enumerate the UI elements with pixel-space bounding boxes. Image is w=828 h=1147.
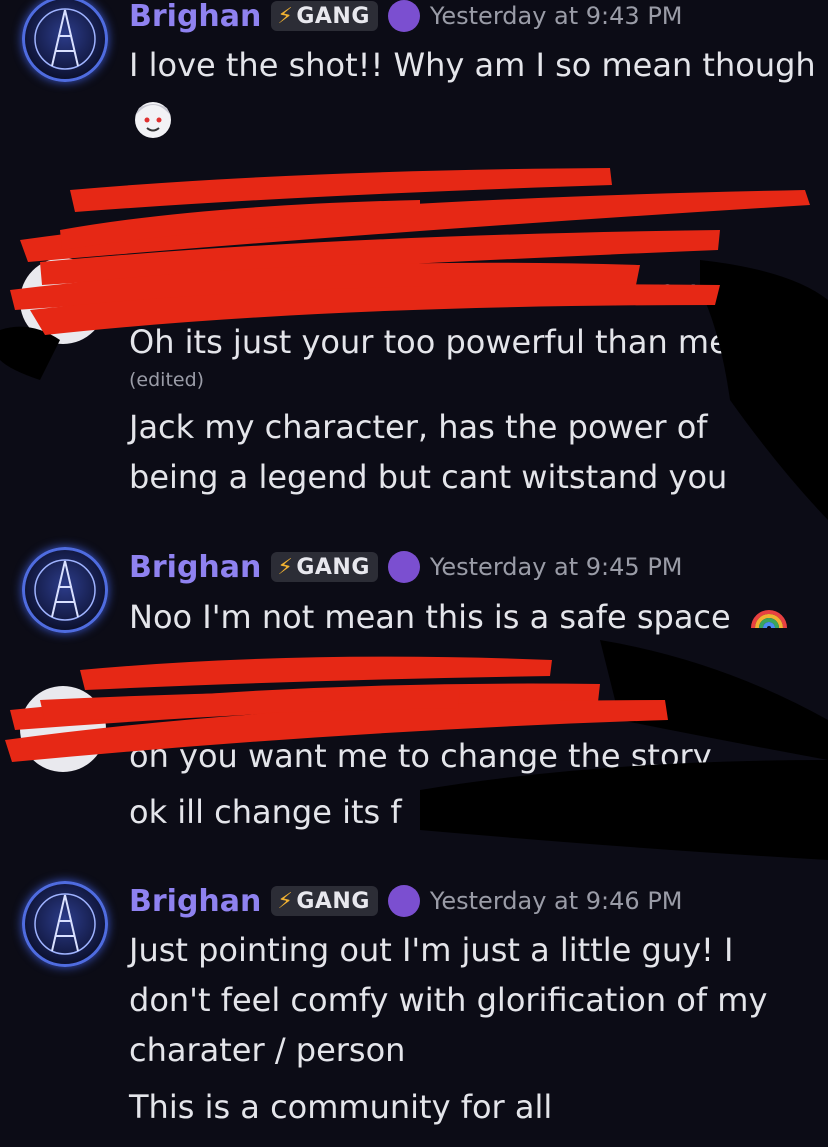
message-text: charater / person xyxy=(129,1031,406,1069)
avatar-art-icon xyxy=(34,893,96,955)
timestamp: Yesterday at 9:43 PM xyxy=(429,2,683,30)
message-text: Oh its just your too powerful than me xyxy=(129,323,729,361)
lightning-bolt-icon: ⚡ xyxy=(277,3,294,29)
message-header: Brighan ⚡ GANG Yesterday at 9:43 PM xyxy=(129,0,683,36)
lightning-bolt-icon: ⚡ xyxy=(277,554,294,580)
timestamp: Yesterday at 9:46 PM xyxy=(429,887,683,915)
message-text: Jack my character, has the power of xyxy=(129,408,708,446)
anime-character-sticker[interactable] xyxy=(129,98,177,140)
brighan-avatar[interactable] xyxy=(22,547,108,633)
avatar-art-icon xyxy=(34,559,96,621)
server-tag[interactable]: ⚡ GANG xyxy=(271,1,378,31)
message-text: oh you want me to change the story xyxy=(129,737,712,775)
message-text: being a legend but cant witstand you xyxy=(129,458,728,496)
username[interactable]: Brighan xyxy=(129,0,261,34)
purple-creature-badge-icon[interactable] xyxy=(387,551,420,583)
rainbow-emoji xyxy=(750,610,787,629)
message-text: This is a community for all xyxy=(129,1088,553,1126)
edited-label: (edited) xyxy=(129,369,205,391)
tag-label: GANG xyxy=(296,3,370,29)
message-text: Noo I'm not mean this is a safe space xyxy=(129,598,731,636)
username[interactable]: Brighan xyxy=(129,884,261,919)
message-text: ok ill change its f xyxy=(129,793,402,831)
message-header: 9:44 xyxy=(660,274,714,314)
brighan-avatar[interactable] xyxy=(22,0,108,82)
timestamp: Yesterday at 9:45 PM xyxy=(429,553,683,581)
tag-label: GANG xyxy=(296,554,370,580)
tag-label: GANG xyxy=(296,888,370,914)
message-text: don't feel comfy with glorification of m… xyxy=(129,981,768,1019)
server-tag[interactable]: ⚡ GANG xyxy=(271,552,378,582)
lightning-bolt-icon: ⚡ xyxy=(277,888,294,914)
brighan-avatar[interactable] xyxy=(22,881,108,967)
message-text: Just pointing out I'm just a little guy!… xyxy=(129,931,734,969)
avatar-art-icon xyxy=(34,8,96,70)
timestamp: 9:44 xyxy=(660,280,714,308)
purple-creature-badge-icon[interactable] xyxy=(387,885,420,917)
message-text-row: Noo I'm not mean this is a safe space xyxy=(129,595,789,639)
user-avatar[interactable] xyxy=(20,686,106,772)
message-header: Brighan ⚡ GANG Yesterday at 9:46 PM xyxy=(129,881,683,921)
purple-creature-badge-icon[interactable] xyxy=(387,0,420,32)
user-avatar[interactable] xyxy=(20,258,106,344)
message-text: I love the shot!! Why am I so mean thoug… xyxy=(129,46,816,84)
username[interactable]: Brighan xyxy=(129,550,261,585)
message-header: Brighan ⚡ GANG Yesterday at 9:45 PM xyxy=(129,547,683,587)
server-tag[interactable]: ⚡ GANG xyxy=(271,886,378,916)
